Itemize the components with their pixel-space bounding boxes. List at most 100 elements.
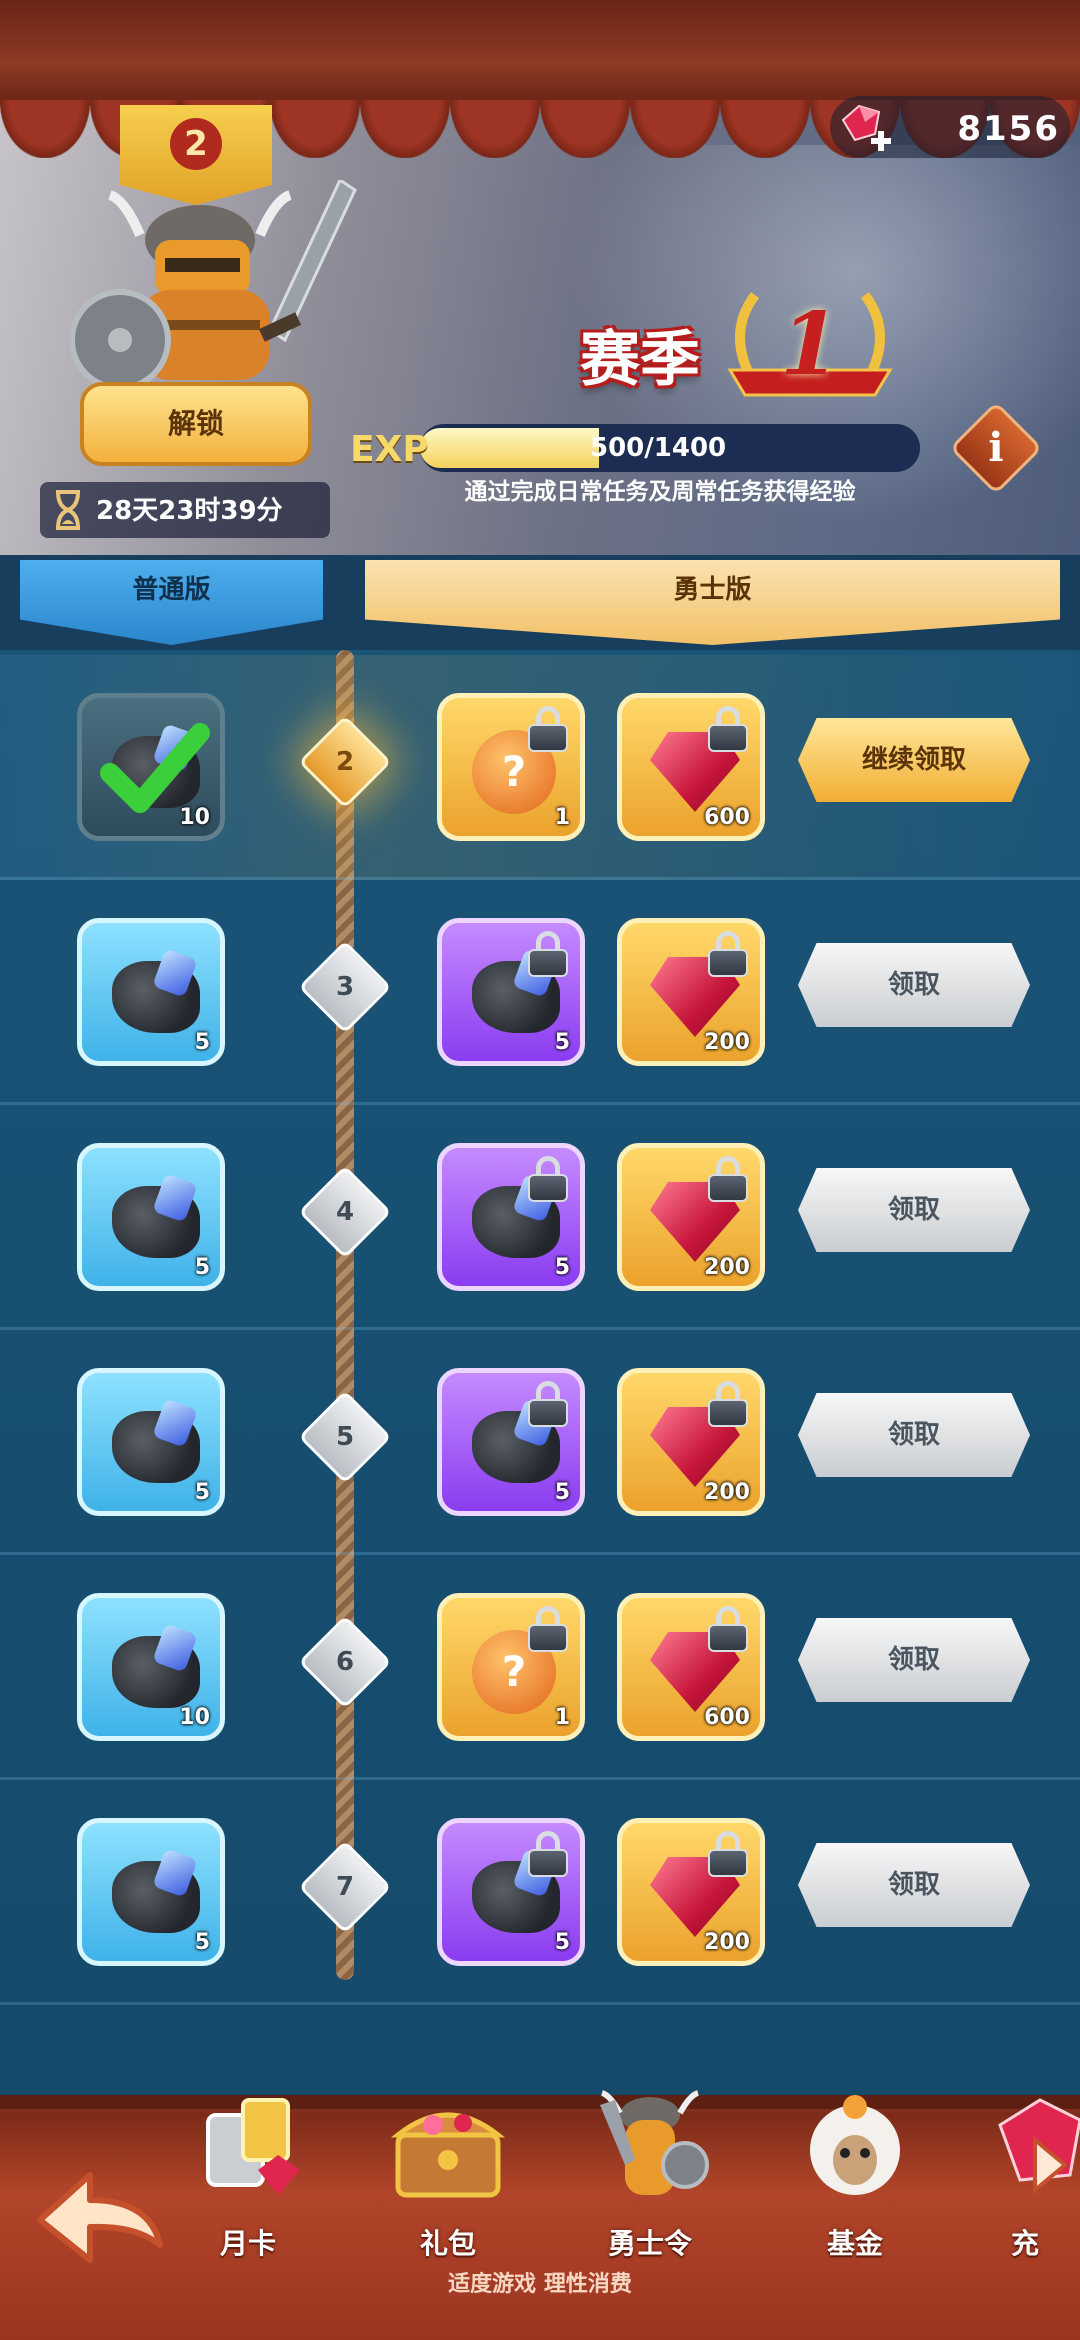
lock-icon: [528, 1156, 568, 1202]
premium-reward-qty: 5: [554, 1480, 570, 1505]
ore-icon: [112, 961, 200, 1033]
reward-row: 10 6 ? 1 600 领取: [0, 1555, 1080, 1780]
free-reward-tile[interactable]: 10: [77, 1593, 225, 1741]
premium-gem-qty: 200: [704, 1030, 750, 1055]
free-reward-tile[interactable]: 10: [77, 693, 225, 841]
season-timer: 28天23时39分: [96, 496, 283, 526]
premium-reward-qty: 5: [554, 1255, 570, 1280]
premium-reward-tile[interactable]: ? 1: [437, 693, 585, 841]
free-reward-tile[interactable]: 5: [77, 1368, 225, 1516]
nav-label-recharge: 充: [1010, 2227, 1039, 2260]
lock-icon: [528, 706, 568, 752]
premium-reward-qty: 5: [554, 1930, 570, 1955]
reward-row: 5 7 5 200 领取: [0, 1780, 1080, 2005]
top-wood-frame: [0, 0, 1080, 105]
info-icon[interactable]: i: [963, 415, 1029, 481]
claim-button[interactable]: 领取: [798, 1618, 1030, 1702]
warrior-character-icon: [70, 180, 357, 390]
premium-gem-tile[interactable]: 200: [617, 1143, 765, 1291]
reward-row: 10 2 ? 1 600 继续领取: [0, 655, 1080, 880]
free-reward-qty: 5: [194, 1255, 210, 1280]
sheep-fund-icon: [810, 2095, 900, 2195]
premium-reward-qty: 1: [554, 805, 570, 830]
free-reward-tile[interactable]: 5: [77, 1143, 225, 1291]
premium-gem-tile[interactable]: 600: [617, 693, 765, 841]
nav-label-fund: 基金: [826, 2227, 883, 2260]
level-number: 7: [335, 1872, 355, 1902]
ruby-gem-plus-icon[interactable]: [835, 100, 895, 160]
season-title: 赛季: [580, 325, 700, 395]
free-reward-qty: 5: [194, 1480, 210, 1505]
exp-progress-fill: [420, 428, 599, 468]
reward-row: 5 5 5 200 领取: [0, 1330, 1080, 1555]
unlock-button[interactable]: 解锁: [80, 382, 312, 466]
ore-icon: [112, 1411, 200, 1483]
moderation-slogan: 适度游戏 理性消费: [448, 2272, 632, 2297]
nav-warrior-pass[interactable]: 勇士令: [575, 2085, 725, 2285]
free-reward-qty: 10: [179, 805, 210, 830]
level-number: 6: [335, 1647, 355, 1677]
exp-label: EXP: [350, 429, 429, 470]
ore-icon: [112, 1186, 200, 1258]
nav-label-warrior-pass: 勇士令: [607, 2227, 692, 2260]
level-number: 4: [335, 1197, 355, 1227]
premium-gem-tile[interactable]: 200: [617, 1368, 765, 1516]
monthly-card-icon: [206, 2098, 300, 2195]
nav-fund[interactable]: 基金: [780, 2085, 930, 2285]
claim-button[interactable]: 领取: [798, 943, 1030, 1027]
lock-icon: [528, 1831, 568, 1877]
hourglass-icon: [56, 490, 80, 530]
premium-reward-tile[interactable]: ? 1: [437, 1593, 585, 1741]
premium-reward-tile[interactable]: 5: [437, 918, 585, 1066]
nav-label-gift-pack: 礼包: [419, 2227, 476, 2260]
gem-count: 8156: [957, 109, 1060, 149]
season-number: 1: [780, 294, 840, 395]
premium-reward-qty: 1: [554, 1705, 570, 1730]
claim-button[interactable]: 继续领取: [798, 718, 1030, 802]
level-number: 5: [335, 1422, 355, 1452]
nav-monthly-card[interactable]: 月卡: [173, 2085, 323, 2285]
premium-gem-qty: 200: [704, 1255, 750, 1280]
claim-button[interactable]: 领取: [798, 1168, 1030, 1252]
lock-icon: [708, 931, 748, 977]
lock-icon: [708, 1606, 748, 1652]
premium-reward-tile[interactable]: 5: [437, 1368, 585, 1516]
lock-icon: [528, 931, 568, 977]
free-reward-tile[interactable]: 5: [77, 918, 225, 1066]
lock-icon: [708, 1156, 748, 1202]
pass-level-badge: 2: [170, 118, 222, 170]
scroll-right-arrow-icon[interactable]: [1030, 2135, 1070, 2195]
level-number: 3: [335, 972, 355, 1002]
premium-gem-tile[interactable]: 200: [617, 1818, 765, 1966]
premium-reward-tile[interactable]: 5: [437, 1143, 585, 1291]
free-reward-qty: 10: [179, 1705, 210, 1730]
ore-icon: [112, 1636, 200, 1708]
premium-gem-tile[interactable]: 600: [617, 1593, 765, 1741]
level-number: 2: [335, 747, 355, 777]
lock-icon: [708, 706, 748, 752]
nav-gift-pack[interactable]: 礼包: [373, 2085, 523, 2285]
lock-icon: [528, 1606, 568, 1652]
exp-value: 500/1400: [590, 433, 727, 463]
exp-description: 通过完成日常任务及周常任务获得经验: [464, 479, 856, 505]
checkmark-icon: [100, 723, 210, 813]
nav-label-monthly-card: 月卡: [219, 2227, 276, 2260]
premium-reward-tile[interactable]: 5: [437, 1818, 585, 1966]
free-reward-qty: 5: [194, 1030, 210, 1055]
premium-gem-qty: 200: [704, 1930, 750, 1955]
premium-gem-qty: 600: [704, 1705, 750, 1730]
treasure-chest-icon: [390, 2112, 506, 2198]
row-divider: [0, 2002, 1080, 2005]
free-reward-qty: 5: [194, 1930, 210, 1955]
free-reward-tile[interactable]: 5: [77, 1818, 225, 1966]
ore-icon: [112, 1861, 200, 1933]
back-arrow-icon[interactable]: [30, 2165, 170, 2275]
premium-reward-qty: 5: [554, 1030, 570, 1055]
premium-gem-qty: 600: [704, 805, 750, 830]
claim-button[interactable]: 领取: [798, 1843, 1030, 1927]
reward-row: 5 4 5 200 领取: [0, 1105, 1080, 1330]
claim-button[interactable]: 领取: [798, 1393, 1030, 1477]
premium-gem-tile[interactable]: 200: [617, 918, 765, 1066]
premium-gem-qty: 200: [704, 1480, 750, 1505]
lock-icon: [708, 1831, 748, 1877]
